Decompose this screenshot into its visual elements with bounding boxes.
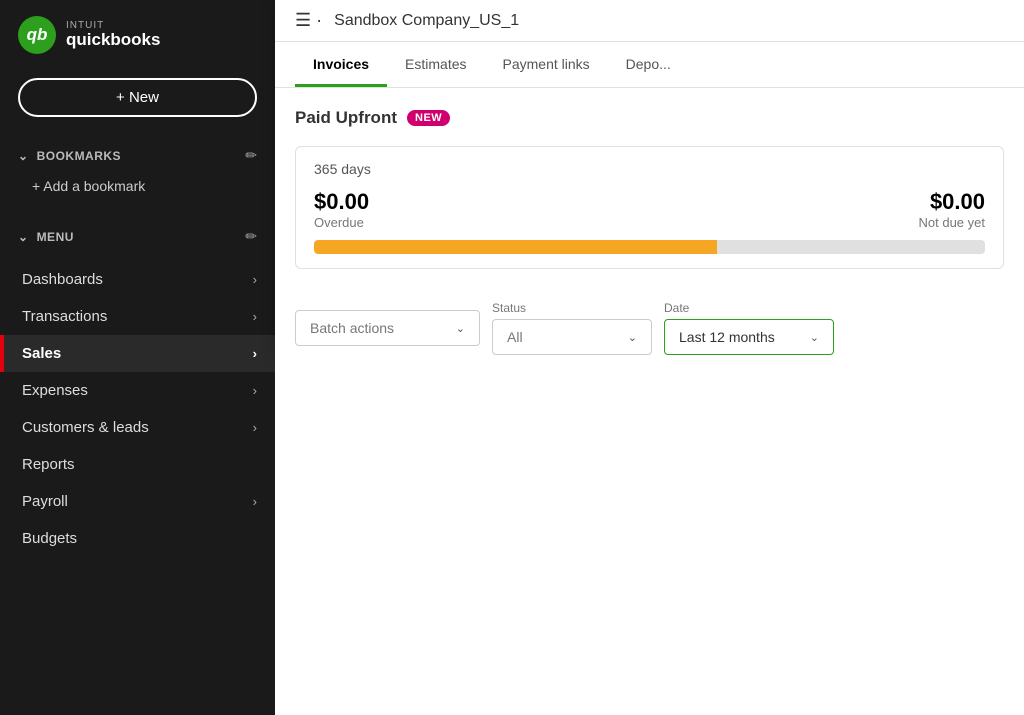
overdue-amount: $0.00 (314, 189, 369, 215)
bookmarks-title: ⌄ BOOKMARKS (18, 149, 121, 163)
chevron-right-icon: › (253, 346, 257, 361)
bookmarks-section: ⌄ BOOKMARKS ✏ + Add a bookmark (0, 131, 275, 212)
status-filter-group: Status All ⌄ (492, 301, 652, 355)
days-text: 365 days (314, 161, 985, 177)
paid-upfront-text: Paid Upfront (295, 108, 397, 128)
quickbooks-label: quickbooks (66, 31, 160, 50)
hamburger-icon[interactable]: ☰ · (295, 10, 322, 31)
brand-text: intuit quickbooks (66, 20, 160, 50)
menu-edit-icon[interactable]: ✏ (245, 228, 257, 245)
batch-actions-select[interactable]: Batch actions ⌄ (295, 310, 480, 346)
chevron-right-icon: › (253, 309, 257, 324)
chevron-right-icon: › (253, 272, 257, 287)
status-select[interactable]: All ⌄ (492, 319, 652, 355)
top-bar: ☰ · Sandbox Company_US_1 (275, 0, 1024, 42)
tab-deposits[interactable]: Depo... (608, 42, 689, 87)
content-area: Paid Upfront NEW 365 days $0.00 Overdue … (275, 88, 1024, 715)
amount-row: $0.00 Overdue $0.00 Not due yet (314, 189, 985, 230)
date-filter-group: Date Last 12 months ⌄ (664, 301, 834, 355)
menu-section: ⌄ MENU ✏ (0, 212, 275, 261)
notdue-block: $0.00 Not due yet (919, 189, 986, 230)
dropdown-arrow-status-icon: ⌄ (628, 331, 637, 344)
menu-title: ⌄ MENU (18, 230, 74, 244)
tab-estimates[interactable]: Estimates (387, 42, 484, 87)
paid-upfront-card: 365 days $0.00 Overdue $0.00 Not due yet (295, 146, 1004, 269)
batch-filter-group: Batch actions ⌄ (295, 310, 480, 346)
sidebar-item-transactions[interactable]: Transactions › (0, 298, 275, 335)
edit-icon[interactable]: ✏ (245, 147, 257, 164)
chevron-down-icon-menu: ⌄ (18, 230, 29, 244)
sidebar-item-sales[interactable]: Sales › (0, 335, 275, 372)
sidebar-item-reports[interactable]: Reports (0, 446, 275, 483)
new-badge: NEW (407, 110, 450, 126)
status-filter-label: Status (492, 301, 652, 315)
menu-header[interactable]: ⌄ MENU ✏ (0, 220, 275, 253)
overdue-block: $0.00 Overdue (314, 189, 369, 230)
notdue-amount: $0.00 (919, 189, 986, 215)
dropdown-arrow-icon: ⌄ (456, 322, 465, 335)
sidebar-item-budgets[interactable]: Budgets (0, 520, 275, 557)
logo-area: qb intuit quickbooks (0, 0, 275, 70)
chevron-down-icon: ⌄ (18, 149, 29, 163)
progress-bar (314, 240, 985, 254)
chevron-right-icon: › (253, 494, 257, 509)
tab-invoices[interactable]: Invoices (295, 42, 387, 87)
tab-payment-links[interactable]: Payment links (485, 42, 608, 87)
date-filter-label: Date (664, 301, 834, 315)
sidebar-item-expenses[interactable]: Expenses › (0, 372, 275, 409)
sidebar-item-payroll[interactable]: Payroll › (0, 483, 275, 520)
sidebar: qb intuit quickbooks + New ⌄ BOOKMARKS ✏… (0, 0, 275, 715)
progress-bar-fill (314, 240, 717, 254)
notdue-label: Not due yet (919, 215, 986, 230)
add-bookmark[interactable]: + Add a bookmark (0, 172, 275, 204)
sidebar-item-dashboards[interactable]: Dashboards › (0, 261, 275, 298)
new-button[interactable]: + New (18, 78, 257, 117)
chevron-right-icon: › (253, 420, 257, 435)
date-select[interactable]: Last 12 months ⌄ (664, 319, 834, 355)
company-name: Sandbox Company_US_1 (334, 12, 519, 30)
tabs-bar: Invoices Estimates Payment links Depo... (275, 42, 1024, 88)
new-button-area: + New (0, 70, 275, 131)
bookmarks-header[interactable]: ⌄ BOOKMARKS ✏ (0, 139, 275, 172)
dropdown-arrow-date-icon: ⌄ (810, 331, 819, 344)
sidebar-item-customers-leads[interactable]: Customers & leads › (0, 409, 275, 446)
filter-bar: Batch actions ⌄ Status All ⌄ Date Last 1… (295, 287, 1004, 355)
chevron-right-icon: › (253, 383, 257, 398)
main-content: ☰ · Sandbox Company_US_1 Invoices Estima… (275, 0, 1024, 715)
quickbooks-logo: qb (18, 16, 56, 54)
paid-upfront-banner: Paid Upfront NEW (295, 108, 1004, 128)
overdue-label: Overdue (314, 215, 369, 230)
